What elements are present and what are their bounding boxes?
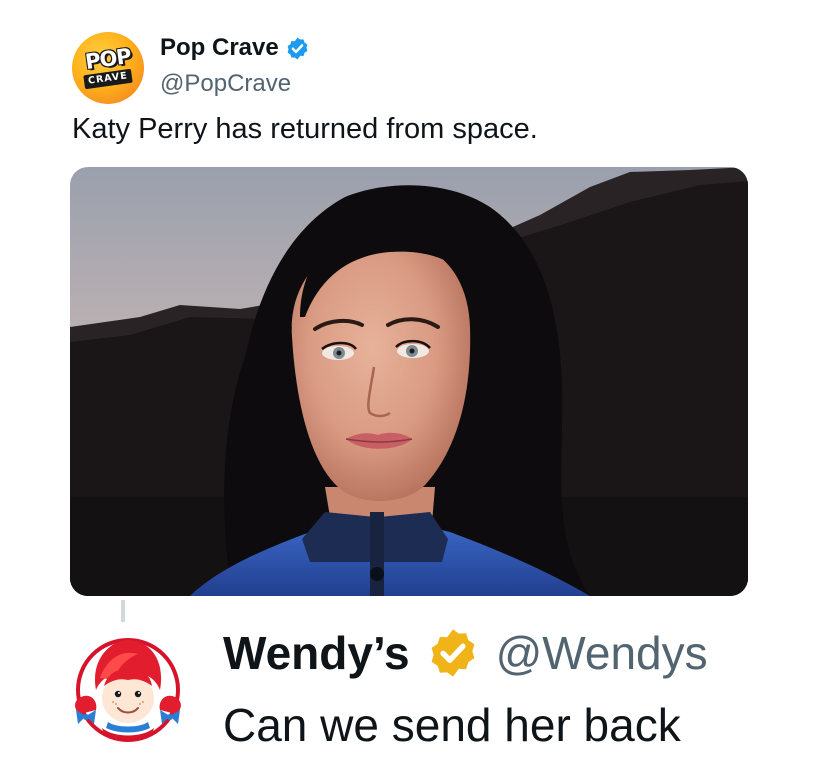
popcrave-avatar[interactable]: POP CRAVE <box>72 32 144 104</box>
tweet-text: Katy Perry has returned from space. <box>72 113 538 145</box>
verified-gold-badge-icon <box>431 629 474 677</box>
reply-text: Can we send her back <box>223 699 681 751</box>
photo-of-woman-in-desert-icon <box>70 167 748 596</box>
author-handle[interactable]: @PopCrave <box>160 70 291 98</box>
wendys-avatar[interactable] <box>68 628 188 748</box>
tweet-photo[interactable] <box>70 167 748 596</box>
thread-connector <box>121 600 125 622</box>
reply-header[interactable]: Wendy’s @Wendys <box>223 625 708 681</box>
wendys-logo-icon <box>75 638 181 742</box>
author-name-row[interactable]: Pop Crave <box>160 34 310 62</box>
reply-author-name[interactable]: Wendy’s <box>223 625 410 681</box>
verified-badge-icon <box>287 37 308 59</box>
tweet-card: POP CRAVE Pop Crave @PopCrave Katy Perry… <box>0 0 820 780</box>
author-name[interactable]: Pop Crave <box>160 34 279 62</box>
reply-author-handle[interactable]: @Wendys <box>496 625 708 681</box>
